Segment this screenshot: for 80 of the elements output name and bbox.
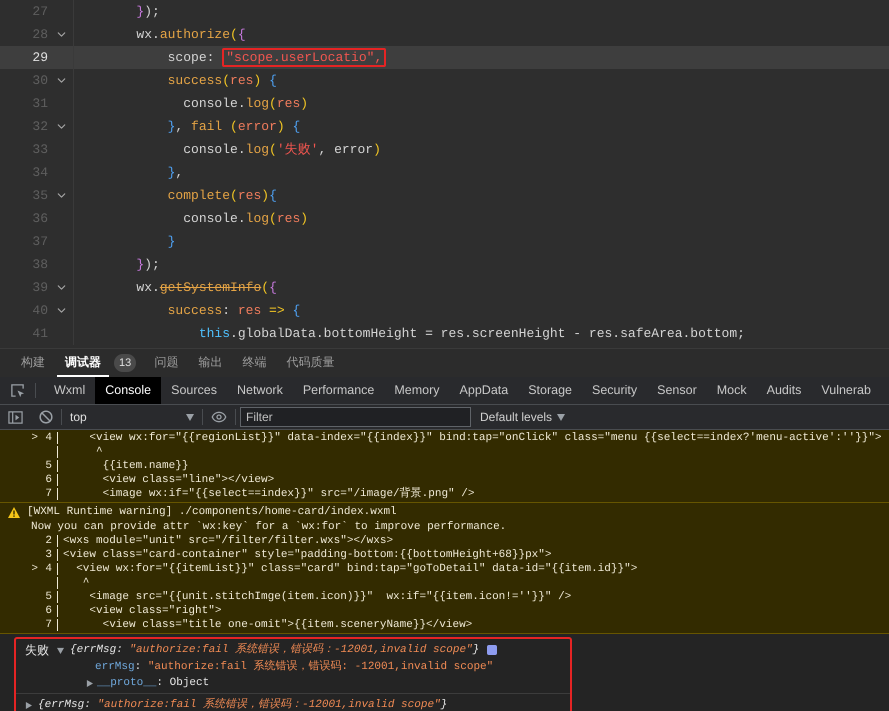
levels-select[interactable]: Default levels	[480, 408, 566, 426]
object-property: errMsg: "authorize:fail 系统错误，错误码: -12001,invalid scope"	[94, 659, 494, 675]
code-line: console.log('失败', error)	[182, 141, 381, 159]
line-number: 5	[44, 590, 52, 605]
code-line: <view class="card-container" style="padding-bottom:{{bottomHeight+68}}px">	[63, 548, 552, 563]
panel-tab[interactable]: 输出	[190, 349, 230, 377]
devtools-tab[interactable]: Performance	[292, 377, 384, 404]
code-line: wx.getSystemInfo({	[135, 279, 277, 297]
code-line: <view class="line"></view>	[102, 472, 274, 488]
code-line: {{item.name}}	[102, 458, 188, 474]
warning-title: [WXML Runtime warning] ./components/home-card/index.wxml	[27, 504, 397, 520]
inspect-icon[interactable]	[10, 383, 25, 398]
line-number: 29	[31, 48, 48, 67]
code-line: });	[135, 3, 160, 21]
sidebar-toggle-icon[interactable]	[8, 410, 23, 424]
clear-console-icon[interactable]	[39, 410, 53, 424]
dropdown-caret-icon	[557, 414, 566, 420]
devtools-tab[interactable]: Network	[226, 377, 293, 404]
line-number: 6	[44, 604, 52, 619]
code-line: ^	[82, 576, 90, 591]
eye-icon[interactable]	[211, 409, 227, 425]
code-line: <view class="title one-omit">{{item.sceneryName}}</view>	[102, 618, 472, 633]
code-line: <view wx:for="{{regionList}}" data-index="{{index}}" bind:tap="onClick" class="menu {{select==index?'menu-active':''}}">	[88, 430, 882, 446]
panel-tab[interactable]: 构建	[13, 349, 53, 377]
code-line: console.log(res)	[182, 210, 308, 228]
code-line: wx.authorize({	[135, 26, 246, 44]
context-select[interactable]: top	[62, 408, 202, 426]
code-line: <view wx:for="{{itemList}}" class="card" bind:tap="goToDetail" data-id="{{item.id}}">	[75, 562, 638, 577]
line-number: 2	[44, 534, 52, 549]
line-number: 4	[44, 430, 52, 446]
object-preview[interactable]: {errMsg: "authorize:fail 系统错误，错误码：-12001,invalid scope"}	[38, 696, 448, 711]
panel-tab[interactable]: 代码质量	[278, 349, 342, 377]
line-number: 4	[44, 562, 52, 577]
devtools-tab[interactable]: Sensor	[647, 377, 707, 404]
code-line: },	[166, 164, 184, 182]
code-line: success(res) {	[166, 72, 277, 90]
line-number: 5	[44, 458, 52, 474]
warning-icon	[8, 506, 20, 518]
devtools-tab[interactable]: Security	[582, 377, 648, 404]
devtools-tab[interactable]: Vulnerab	[811, 377, 881, 404]
code-line: this.globalData.bottomHeight = res.screenHeight - res.safeArea.bottom;	[198, 325, 745, 343]
warning-text: Now you can provide attr `wx:key` for a `wx:for` to improve performance.	[30, 520, 508, 534]
devtools-tab[interactable]: Sources	[161, 377, 227, 404]
code-line: <view class="right">	[88, 604, 222, 619]
panel-tab[interactable]: 终端	[234, 349, 274, 377]
devtools-tab[interactable]: AppData	[450, 377, 518, 404]
line-number: 7	[44, 486, 52, 502]
count-badge: 13	[114, 354, 136, 372]
devtools-tab[interactable]: Wxml	[44, 377, 96, 404]
object-property[interactable]: __proto__: Object	[97, 674, 210, 692]
code-line: }, fail (error) {	[166, 118, 300, 136]
filter-field[interactable]: Filter	[240, 407, 471, 427]
code-line: scope: "scope.userLocatio",	[74, 46, 386, 69]
collapse-caret-icon[interactable]	[86, 680, 93, 686]
info-icon[interactable]	[487, 645, 498, 655]
code-line: ^	[95, 444, 103, 460]
object-preview[interactable]: {errMsg: "authorize:fail 系统错误，错误码：-12001,invalid scope"}	[70, 642, 480, 658]
panel-tab[interactable]: 问题	[146, 349, 186, 377]
line-number: 6	[44, 472, 52, 488]
pointer-mark: >	[30, 430, 38, 446]
devtools-tab[interactable]: Console	[95, 377, 162, 404]
code-line: }	[166, 233, 176, 251]
line-number: 7	[44, 618, 52, 633]
code-line: complete(res){	[166, 187, 277, 205]
code-line: success: res => {	[166, 302, 300, 320]
devtools-tab[interactable]: Storage	[518, 377, 582, 404]
devtools-tab[interactable]: Audits	[756, 377, 812, 404]
code-line: console.log(res)	[182, 95, 308, 113]
line-number: 3	[44, 548, 52, 563]
pointer-mark: >	[30, 562, 38, 577]
expand-caret-icon[interactable]	[57, 646, 64, 654]
dropdown-caret-icon	[186, 414, 194, 420]
log-label: 失败	[25, 642, 50, 659]
devtools-tab[interactable]: Memory	[384, 377, 450, 404]
code-line: });	[135, 256, 160, 274]
code-line: <image wx:if="{{select==index}}" src="/image/背景.png" />	[102, 486, 474, 502]
devtools-tab[interactable]: Mock	[706, 377, 757, 404]
code-line: <wxs module="unit" src="/filter/filter.wxs"></wxs>	[63, 534, 394, 549]
collapse-caret-icon[interactable]	[25, 702, 32, 708]
code-line: <image src="{{unit.stitchImge(item.icon)}}" wx:if="{{item.icon!=''}}" />	[88, 590, 572, 605]
